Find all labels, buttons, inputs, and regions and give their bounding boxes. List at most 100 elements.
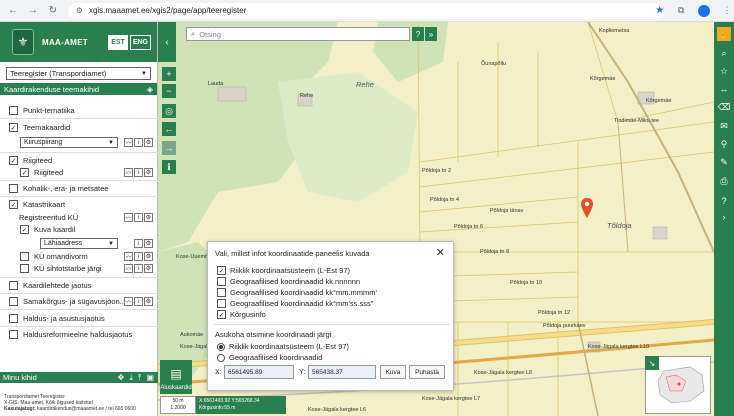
collapse-sidebar-button[interactable]: ‹ [158,22,176,62]
layer-row-kuva-kaardil[interactable]: ✓ Kuva kaardil [20,225,178,234]
search-input[interactable]: ⌕ Otsing [186,27,410,41]
zoom-out-button[interactable]: − [162,84,176,98]
layer-row-punkt[interactable]: Punkt-tematiika [9,106,167,115]
layers-icon[interactable]: ◈ [147,85,153,94]
kiiruspiirang-select[interactable]: Kiiruspiirang ▼ [20,137,118,148]
option-checkbox[interactable]: ✓ [217,310,226,319]
settings-icon[interactable]: ⚙ [144,138,153,147]
footer-support-contact[interactable]: kaardirakendus@maaamet.ee / tel 665 0600 [37,406,136,412]
address-bar[interactable]: ⚙ xgis.maaamet.ee/xgis2/page/app/teeregi… [67,2,665,19]
extensions-icon[interactable]: ⧉ [674,4,688,18]
search-expand-button[interactable]: » [425,27,437,41]
legend-icon[interactable]: 〰 [124,297,133,306]
zoom-in-button[interactable]: + [162,67,176,81]
previous-view-button[interactable]: ← [162,122,176,136]
close-icon[interactable]: ✕ [436,246,445,259]
settings-icon[interactable]: ⚙ [144,252,153,261]
info-icon[interactable]: i [134,264,143,273]
info-icon[interactable]: i [134,252,143,261]
settings-icon[interactable]: ⚙ [144,213,153,222]
layer-checkbox[interactable]: ✓ [9,156,18,165]
layer-row-teemakaardid[interactable]: ✓ Teemakaardid [9,123,167,132]
layer-row-haldus[interactable]: Haldus- ja asustusjaotus [9,314,167,323]
eraser-icon[interactable]: ⌫ [717,100,731,114]
info-icon[interactable]: i [134,138,143,147]
layer-checkbox[interactable] [9,281,18,290]
layer-checkbox[interactable]: ✓ [20,168,29,177]
layer-checkbox[interactable] [9,106,18,115]
pan-horizontal-icon[interactable]: ↔ [717,82,731,96]
option-geo-decimal[interactable]: Geograafilised koordinaadid kk.nnnnnn [217,277,360,286]
layer-row-kohalik[interactable]: Kohalik-, era- ja metsatee [9,184,167,193]
info-icon[interactable]: i [134,297,143,306]
radio-button[interactable] [217,353,225,362]
layer-checkbox[interactable] [20,264,29,273]
layer-checkbox[interactable]: ✓ [9,123,18,132]
layer-row-katastri[interactable]: ✓ Katastrikaart [9,200,167,209]
basemaps-button[interactable]: ▤ Aluskaardid [160,360,192,394]
settings-icon[interactable]: ⚙ [144,264,153,273]
y-coordinate-input[interactable]: 565438.37 [308,365,376,379]
option-checkbox[interactable] [217,288,226,297]
legend-icon[interactable]: 〰 [124,213,133,222]
option-checkbox[interactable]: ✓ [217,266,226,275]
layer-row-kaardilehtede[interactable]: Kaardilehtede jaotus [9,281,167,290]
layer-checkbox[interactable] [20,252,29,261]
overview-toggle-button[interactable]: ↘ [645,356,659,370]
bookmark-star-icon[interactable]: ★ [655,5,664,16]
folder-icon[interactable]: ▣ [146,373,154,383]
legend-icon[interactable]: 〰 [124,138,133,147]
settings-icon[interactable]: ⚙ [144,239,153,248]
info-icon[interactable]: i [134,168,143,177]
star-icon[interactable]: ☆ [717,64,731,78]
download-icon[interactable]: ⤓ [129,373,133,383]
profile-avatar[interactable] [698,4,711,17]
hand-pointer-icon[interactable]: ☝ [717,27,731,41]
comment-icon[interactable]: ✉ [717,119,731,133]
layer-checkbox[interactable] [9,314,18,323]
help-icon[interactable]: ? [717,194,731,208]
radio-lest97[interactable]: Riiklik koordinaatsüsteem (L-Est 97) [217,342,349,351]
print-icon[interactable]: ⎙ [717,174,731,188]
legend-icon[interactable]: 〰 [124,264,133,273]
settings-icon[interactable]: ⚙ [144,168,153,177]
layer-checkbox[interactable]: ✓ [9,200,18,209]
location-pin-icon[interactable] [581,198,593,218]
option-geo-sec[interactable]: Geograafilised koordinaadid kk°mm'ss.sss… [217,299,373,308]
layer-checkbox[interactable] [9,297,18,306]
clear-button[interactable]: Puhasta [409,365,445,379]
application-select[interactable]: Teeregister (Transpordiamet) ▼ [6,67,151,80]
marker-icon[interactable]: ⚲ [717,137,731,151]
option-geo-min[interactable]: Geograafilised koordinaadid kk°mm.mmmm' [217,288,377,297]
show-button[interactable]: Kuva [380,365,406,379]
option-checkbox[interactable] [217,277,226,286]
search-icon[interactable]: ⌕ [717,46,731,60]
info-icon[interactable]: i [134,239,143,248]
coordinate-panel[interactable]: X:6561493.92 Y:565268.34 Kõrgusinfo:55 m [196,396,286,414]
reload-icon[interactable]: ↻ [46,4,60,18]
option-korgusinfo[interactable]: ✓ Kõrgusinfo [217,310,266,319]
move-icon[interactable]: ✥ [118,373,125,383]
layer-checkbox[interactable] [9,184,18,193]
info-button[interactable]: ℹ [162,160,176,174]
layer-row-haldusreform[interactable]: Haldusreformieelne haldusjaotus [9,330,167,339]
layer-row-riigiteed-sub[interactable]: ✓ Riigiteed [20,168,178,177]
locate-me-button[interactable]: ◎ [162,104,176,118]
lang-eng-button[interactable]: ENG [129,34,151,50]
x-coordinate-input[interactable]: 6561495.89 [224,365,294,379]
forward-icon[interactable]: → [26,4,40,18]
radio-button[interactable] [217,342,225,351]
back-icon[interactable]: ← [6,4,20,18]
layer-row-omandivorm[interactable]: KÜ omandivorm [20,252,178,261]
search-help-button[interactable]: ? [412,27,424,41]
layer-checkbox[interactable] [9,330,18,339]
site-info-icon[interactable]: ⚙ [76,6,83,15]
measure-icon[interactable]: ✎ [717,155,731,169]
option-checkbox[interactable] [217,299,226,308]
menu-icon[interactable]: ⋮ [720,4,734,18]
option-lest97[interactable]: ✓ Riiklik koordinaatsüsteem (L-Est 97) [217,266,350,275]
radio-geo[interactable]: Geograafilised koordinaadid [217,353,322,362]
legend-icon[interactable]: 〰 [124,168,133,177]
layer-checkbox[interactable]: ✓ [20,225,29,234]
settings-icon[interactable]: ⚙ [144,297,153,306]
